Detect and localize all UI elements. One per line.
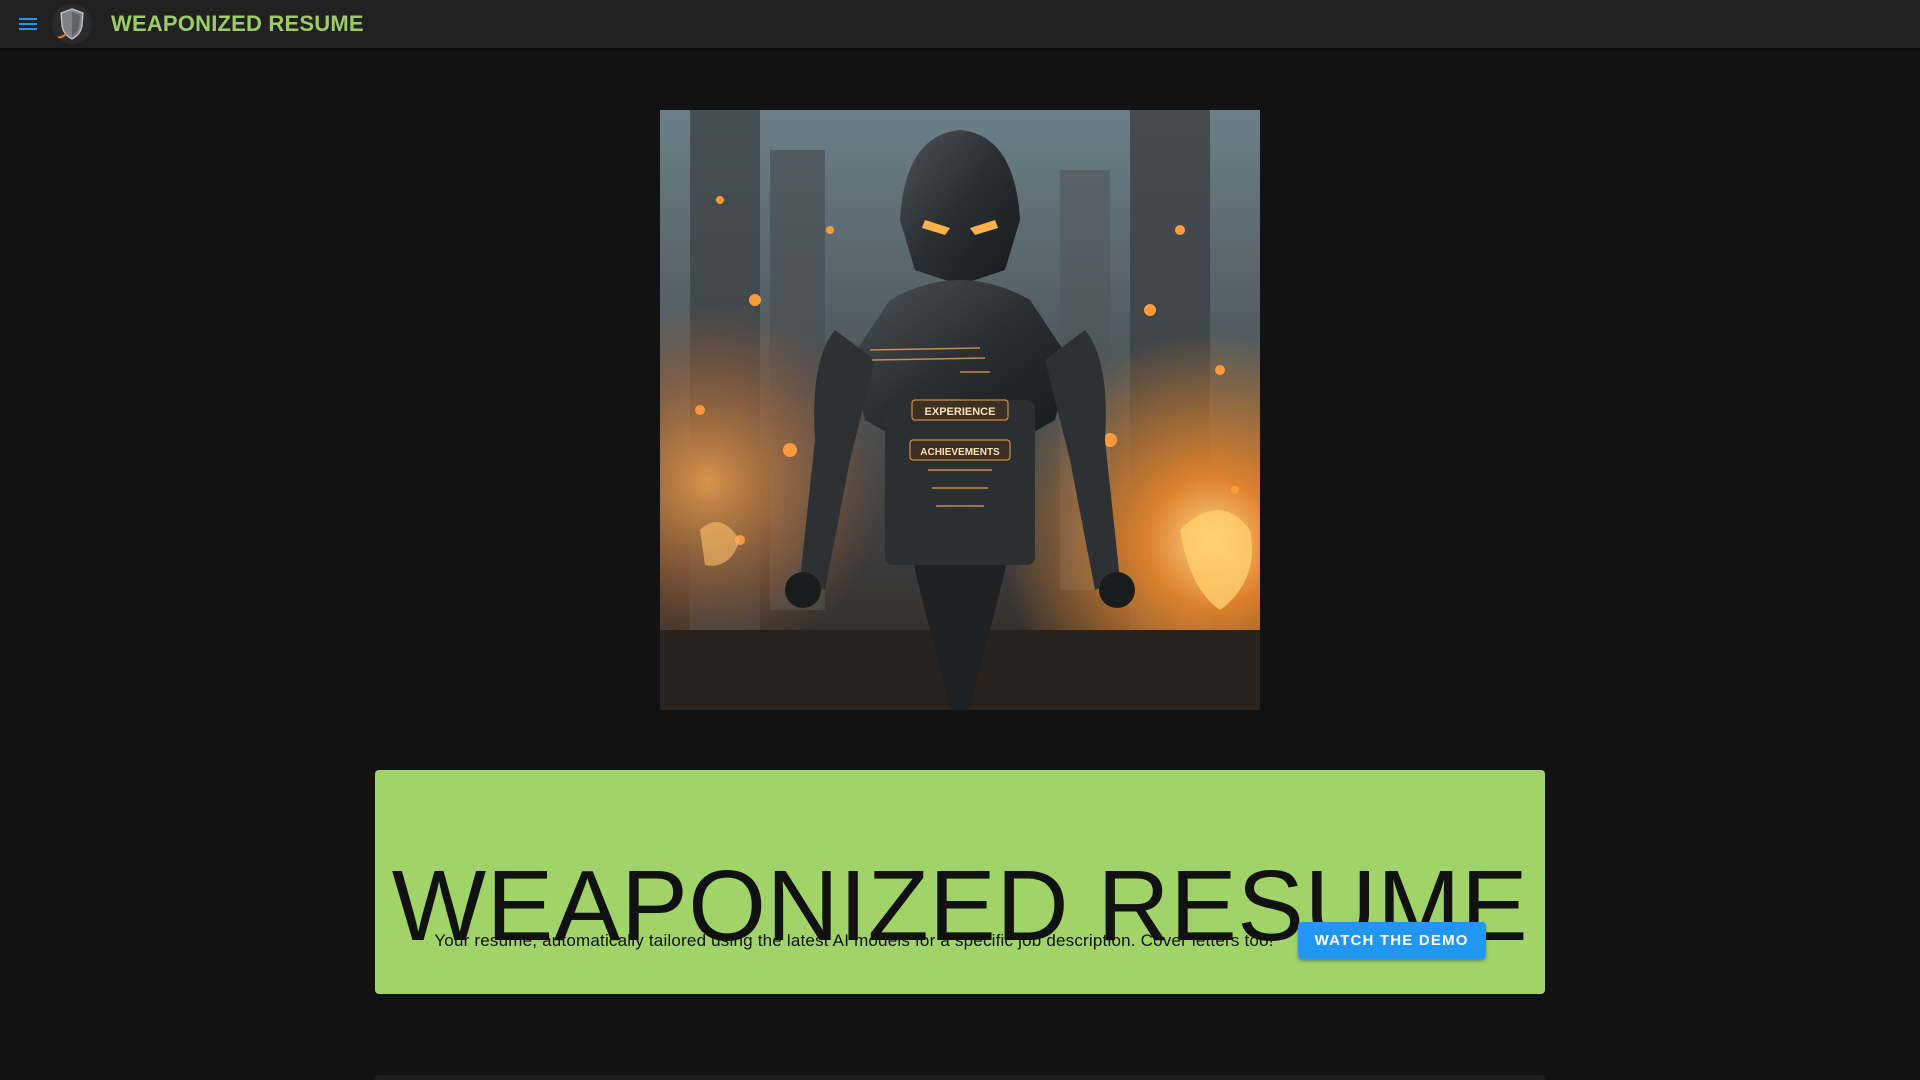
banner-tagline: Your resume, automatically tailored usin… xyxy=(434,930,1274,950)
banner-row: Your resume, automatically tailored usin… xyxy=(375,922,1545,959)
chest-label-achievements: ACHIEVEMENTS xyxy=(920,447,1000,458)
hero-banner: WEAPONIZED RESUME Your resume, automatic… xyxy=(375,770,1545,994)
app-bar: WEAPONIZED RESUME xyxy=(0,0,1920,48)
app-title[interactable]: WEAPONIZED RESUME xyxy=(111,11,364,37)
watch-demo-button[interactable]: WATCH THE DEMO xyxy=(1297,922,1486,959)
shield-logo-icon[interactable] xyxy=(52,4,92,44)
chest-label-experience: EXPERIENCE xyxy=(925,406,996,418)
next-section-card xyxy=(375,1075,1545,1080)
hero-image: EXPERIENCE ACHIEVEMENTS xyxy=(660,110,1260,710)
hamburger-menu-icon[interactable] xyxy=(16,12,40,36)
